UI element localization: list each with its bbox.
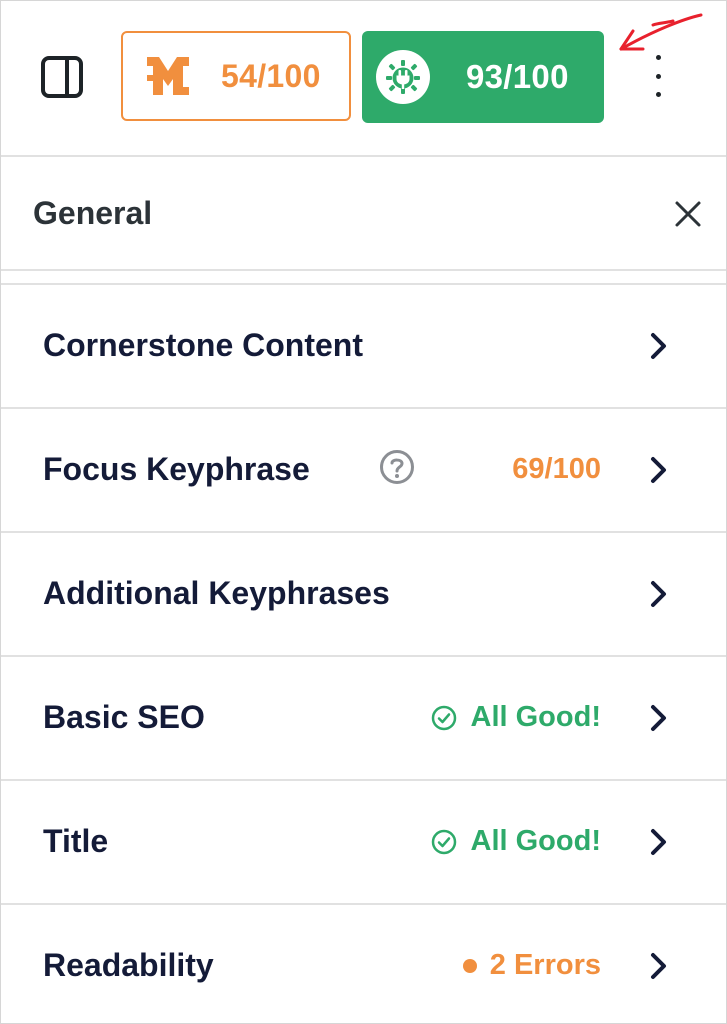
keyphrase-score: 69/100	[512, 453, 601, 485]
dot-icon	[462, 958, 477, 973]
status-badge: All Good!	[431, 701, 601, 734]
chevron-right-icon	[651, 705, 666, 731]
status-text: 2 Errors	[489, 949, 601, 981]
row-label: Readability	[43, 947, 214, 983]
seo-section-list: Cornerstone Content Focus Keyphrase 69/1…	[1, 285, 726, 1023]
chevron-right-icon	[651, 953, 666, 979]
close-icon[interactable]	[671, 197, 705, 231]
chevron-right-icon	[651, 457, 666, 483]
help-icon[interactable]	[379, 449, 415, 485]
aioseo-score-button[interactable]: 54/100	[121, 31, 351, 121]
row-readability[interactable]: Readability 2 Errors	[1, 905, 726, 1023]
row-focus-keyphrase[interactable]: Focus Keyphrase 69/100	[1, 409, 726, 533]
plugin-badge-icon	[376, 50, 430, 104]
row-label: Additional Keyphrases	[43, 575, 390, 611]
more-vertical-icon[interactable]	[641, 53, 675, 99]
chevron-right-icon	[651, 581, 666, 607]
panel-title: General	[33, 195, 153, 231]
check-circle-icon	[431, 705, 456, 730]
annotation-arrow	[619, 13, 703, 51]
editor-toolbar: 54/100 93/100	[1, 1, 726, 157]
row-label: Basic SEO	[43, 699, 205, 735]
row-label: Cornerstone Content	[43, 327, 363, 363]
seo-score-value: 93/100	[466, 58, 569, 95]
check-circle-icon	[431, 829, 456, 854]
chevron-right-icon	[651, 829, 666, 855]
status-text: All Good!	[470, 701, 601, 733]
seo-score-button[interactable]: 93/100	[362, 31, 604, 123]
row-label: Title	[43, 823, 109, 859]
row-title[interactable]: Title All Good!	[1, 781, 726, 905]
status-text: All Good!	[470, 825, 601, 857]
divider	[1, 271, 726, 285]
status-badge: 2 Errors	[462, 949, 601, 982]
status-badge: All Good!	[431, 825, 601, 858]
aioseo-score-value: 54/100	[221, 57, 321, 94]
seo-sidebar-panel: 54/100 93/100 General Cornerstone Conten…	[0, 0, 727, 1024]
sidebar-toggle-icon[interactable]	[41, 56, 83, 98]
panel-header: General	[1, 157, 726, 271]
aioseo-logo-icon	[147, 57, 189, 95]
row-label: Focus Keyphrase	[43, 451, 310, 487]
row-basic-seo[interactable]: Basic SEO All Good!	[1, 657, 726, 781]
row-additional-keyphrases[interactable]: Additional Keyphrases	[1, 533, 726, 657]
row-cornerstone-content[interactable]: Cornerstone Content	[1, 285, 726, 409]
chevron-right-icon	[651, 333, 666, 359]
